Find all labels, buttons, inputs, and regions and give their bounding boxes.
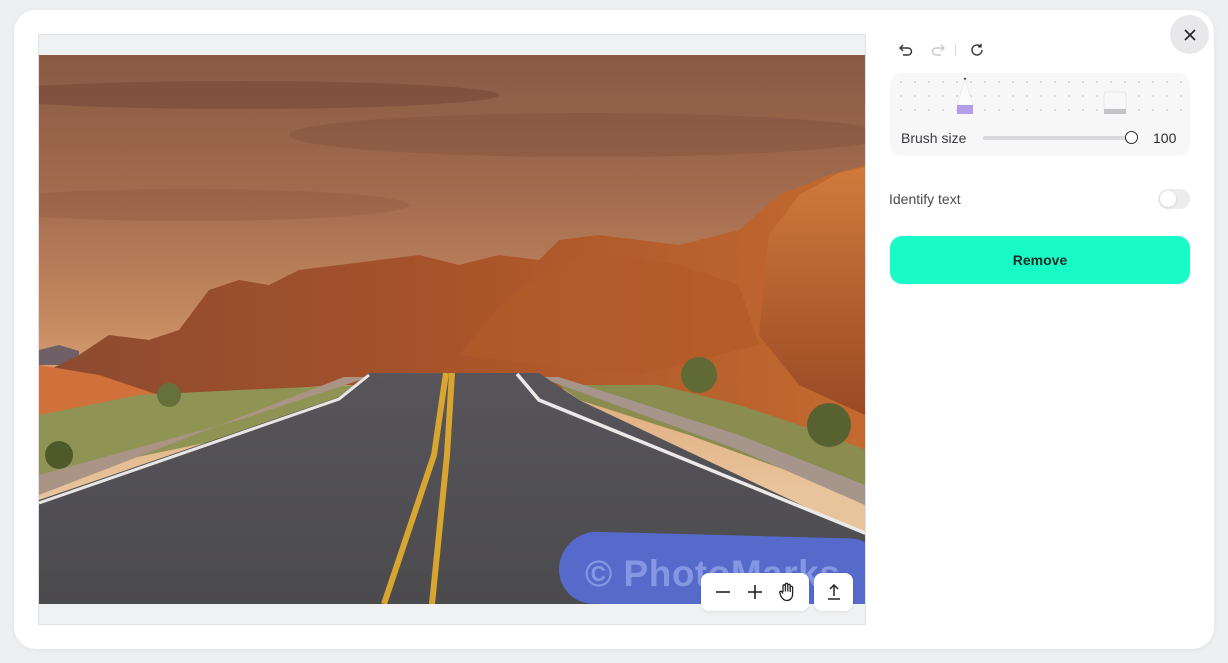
brush-size-slider-fill [983,136,1131,140]
zoom-controls [701,573,809,611]
reset-button[interactable] [968,41,986,59]
pencil-icon [956,77,974,114]
undo-icon [899,44,913,56]
dot-grid-background [890,73,1190,121]
brush-size-row: Brush size 100 [901,128,1183,148]
identify-text-toggle[interactable] [1158,189,1190,209]
brush-tool[interactable] [956,77,974,115]
brush-size-slider[interactable] [983,131,1138,144]
photo-image [39,55,865,604]
photo-canvas[interactable]: © PhotoMarks [39,55,865,604]
minus-icon [716,591,730,593]
brush-size-value: 100 [1153,130,1177,146]
eraser-icon [1103,91,1127,114]
zoom-out-button[interactable] [709,578,737,606]
hand-icon [779,582,794,602]
pan-button[interactable] [773,578,801,606]
export-button[interactable] [814,573,853,611]
undo-button[interactable] [897,41,915,59]
plus-icon [748,585,762,599]
upload-icon [827,583,840,600]
redo-icon [931,44,945,56]
brush-settings-card: Brush size 100 [890,73,1190,156]
redo-button[interactable] [929,41,947,59]
toggle-knob [1160,191,1176,207]
history-toolbar [897,40,1000,60]
zoom-in-button[interactable] [741,578,769,606]
eraser-tool[interactable] [1103,91,1127,115]
tool-panel: Brush size 100 Identify text Remove [889,10,1191,649]
refresh-icon [971,43,983,56]
history-divider [955,44,956,56]
identify-text-row: Identify text [889,187,1191,211]
identify-text-label: Identify text [889,191,961,207]
remove-watermark-dialog: © PhotoMarks [14,10,1214,649]
brush-size-label: Brush size [901,130,967,146]
brush-size-slider-thumb[interactable] [1125,131,1138,144]
remove-button[interactable]: Remove [890,236,1190,284]
canvas-area: © PhotoMarks [38,34,866,625]
